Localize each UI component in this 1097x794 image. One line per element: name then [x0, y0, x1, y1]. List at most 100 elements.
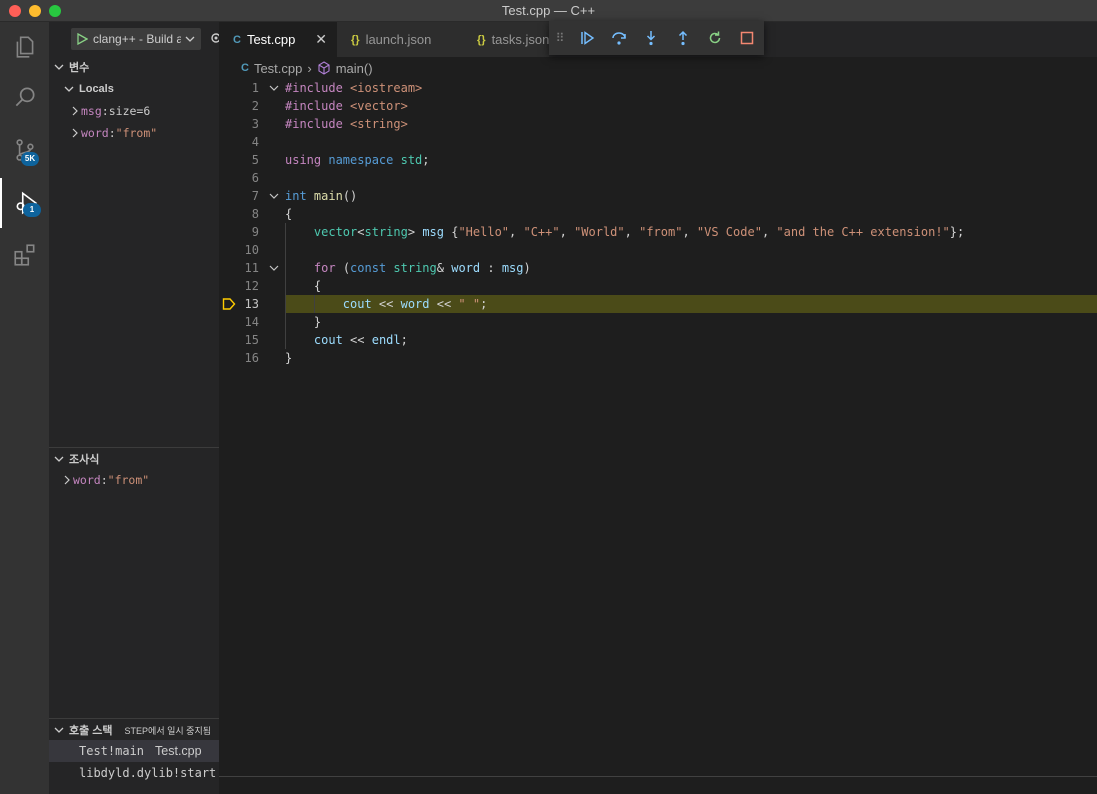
current-code-line[interactable]: 13 cout << word << " ";: [219, 295, 1097, 313]
code-token: ,: [761, 225, 777, 239]
line-number[interactable]: 14: [219, 313, 259, 331]
continue-icon: [581, 31, 595, 45]
code-line[interactable]: 15 cout << endl;: [219, 331, 1097, 349]
code-token: {: [444, 225, 459, 239]
code-line[interactable]: 3 #include <string>: [219, 115, 1097, 133]
stack-frame-file: Test.cpp: [155, 744, 202, 758]
close-icon[interactable]: ✕: [315, 31, 327, 48]
json-file-icon: {}: [351, 33, 360, 46]
debug-toolbar: ⠿: [549, 21, 764, 55]
code-token: ;: [422, 153, 430, 167]
line-number[interactable]: 5: [219, 151, 259, 169]
variable-name: msg: [81, 104, 102, 118]
stop-button[interactable]: [731, 21, 763, 55]
line-number[interactable]: 8: [219, 205, 259, 223]
line-number[interactable]: 13: [219, 295, 259, 313]
code-line[interactable]: 11 for (const string& word : msg): [219, 259, 1097, 277]
code-line[interactable]: 10: [219, 241, 1097, 259]
variable-name: word: [81, 126, 109, 140]
cpp-file-icon: C: [241, 62, 249, 74]
drag-handle-icon[interactable]: ⠿: [549, 21, 571, 55]
code-line[interactable]: 1 #include <iostream>: [219, 79, 1097, 97]
tab-test-cpp[interactable]: C Test.cpp ✕: [219, 22, 337, 57]
code-line[interactable]: 4: [219, 133, 1097, 151]
breadcrumb-file[interactable]: Test.cpp: [254, 61, 302, 76]
call-stack-section-header[interactable]: 호출 스택 STEP에서 일시 중지됨: [49, 719, 219, 741]
line-number[interactable]: 3: [219, 115, 259, 133]
step-into-icon: [646, 31, 656, 46]
line-number[interactable]: 6: [219, 169, 259, 187]
line-number[interactable]: 11: [219, 259, 259, 277]
code-token: "from": [639, 225, 683, 239]
start-debugging-icon[interactable]: [71, 33, 93, 45]
paused-status: STEP에서 일시 중지됨: [124, 725, 212, 736]
stack-frame-row[interactable]: Test!main Test.cpp: [49, 740, 219, 762]
line-number[interactable]: 9: [219, 223, 259, 241]
code-line[interactable]: 8{: [219, 205, 1097, 223]
restart-button[interactable]: [699, 21, 731, 55]
code-text: #include <string>: [285, 115, 408, 133]
code-text: #include <vector>: [285, 97, 408, 115]
step-out-button[interactable]: [667, 21, 699, 55]
chevron-right-icon: [69, 106, 81, 116]
code-line[interactable]: 5 using namespace std;: [219, 151, 1097, 169]
line-number[interactable]: 7: [219, 187, 259, 205]
code-text: for (const string& word : msg): [285, 259, 531, 277]
launch-config-select[interactable]: clang++ - Build and debug active file: [71, 28, 201, 50]
method-icon: [318, 61, 330, 75]
run-debug-badge: 1: [23, 203, 41, 217]
code-line[interactable]: 2 #include <vector>: [219, 97, 1097, 115]
code-token: "C++": [523, 225, 560, 239]
breadcrumb-symbol[interactable]: main(): [336, 61, 373, 76]
activity-run-debug[interactable]: 1: [0, 178, 49, 228]
step-over-button[interactable]: [603, 21, 635, 55]
code-line[interactable]: 9 vector<string> msg {"Hello", "C++", "W…: [219, 223, 1097, 241]
watch-row-word[interactable]: word: "from": [49, 469, 219, 491]
code-token: }: [285, 351, 293, 365]
code-token: &: [436, 261, 452, 275]
step-into-button[interactable]: [635, 21, 667, 55]
line-number[interactable]: 16: [219, 349, 259, 367]
chevron-down-icon: [59, 84, 79, 94]
code-line[interactable]: 6: [219, 169, 1097, 187]
stack-frame-row[interactable]: libdyld.dylib!start: [49, 762, 219, 784]
locals-scope[interactable]: Locals: [49, 78, 219, 100]
line-number[interactable]: 4: [219, 133, 259, 151]
activity-search[interactable]: [0, 72, 49, 122]
line-number[interactable]: 10: [219, 241, 259, 259]
gear-icon[interactable]: [209, 31, 219, 45]
line-number[interactable]: 2: [219, 97, 259, 115]
stack-frame-name: libdyld.dylib!start: [79, 766, 217, 780]
code-token: msg: [501, 261, 524, 275]
code-token: <<: [342, 333, 372, 347]
search-icon: [15, 87, 35, 107]
code-token: using: [285, 153, 329, 167]
step-out-icon: [678, 30, 688, 46]
continue-button[interactable]: [571, 21, 603, 55]
tab-tasks-json[interactable]: {} tasks.json: [463, 22, 549, 57]
stack-frame-name: Test!main: [79, 744, 145, 758]
activity-explorer[interactable]: [0, 22, 49, 72]
tab-launch-json[interactable]: {} launch.json: [337, 22, 463, 57]
variables-section-header[interactable]: 변수: [49, 56, 219, 78]
code-token: endl: [371, 333, 401, 347]
code-line[interactable]: 16}: [219, 349, 1097, 367]
line-number[interactable]: 12: [219, 277, 259, 295]
variable-row-word[interactable]: word: "from": [49, 122, 219, 144]
line-number[interactable]: 15: [219, 331, 259, 349]
activity-source-control[interactable]: 5K: [0, 125, 49, 175]
chevron-down-icon: [49, 454, 69, 464]
code-line[interactable]: 12 {: [219, 277, 1097, 295]
code-editor[interactable]: 1 #include <iostream> 2 #include <vector> 3 #…: [219, 79, 1097, 774]
line-number[interactable]: 1: [219, 79, 259, 97]
variable-row-msg[interactable]: msg: size=6: [49, 100, 219, 122]
code-token: string: [393, 261, 437, 275]
code-text: }: [285, 313, 321, 331]
activity-extensions[interactable]: [0, 230, 49, 280]
source-control-badge: 5K: [21, 152, 39, 166]
watch-section-header[interactable]: 조사식: [49, 448, 219, 470]
code-line[interactable]: 7 int main(): [219, 187, 1097, 205]
code-line[interactable]: 14 }: [219, 313, 1097, 331]
